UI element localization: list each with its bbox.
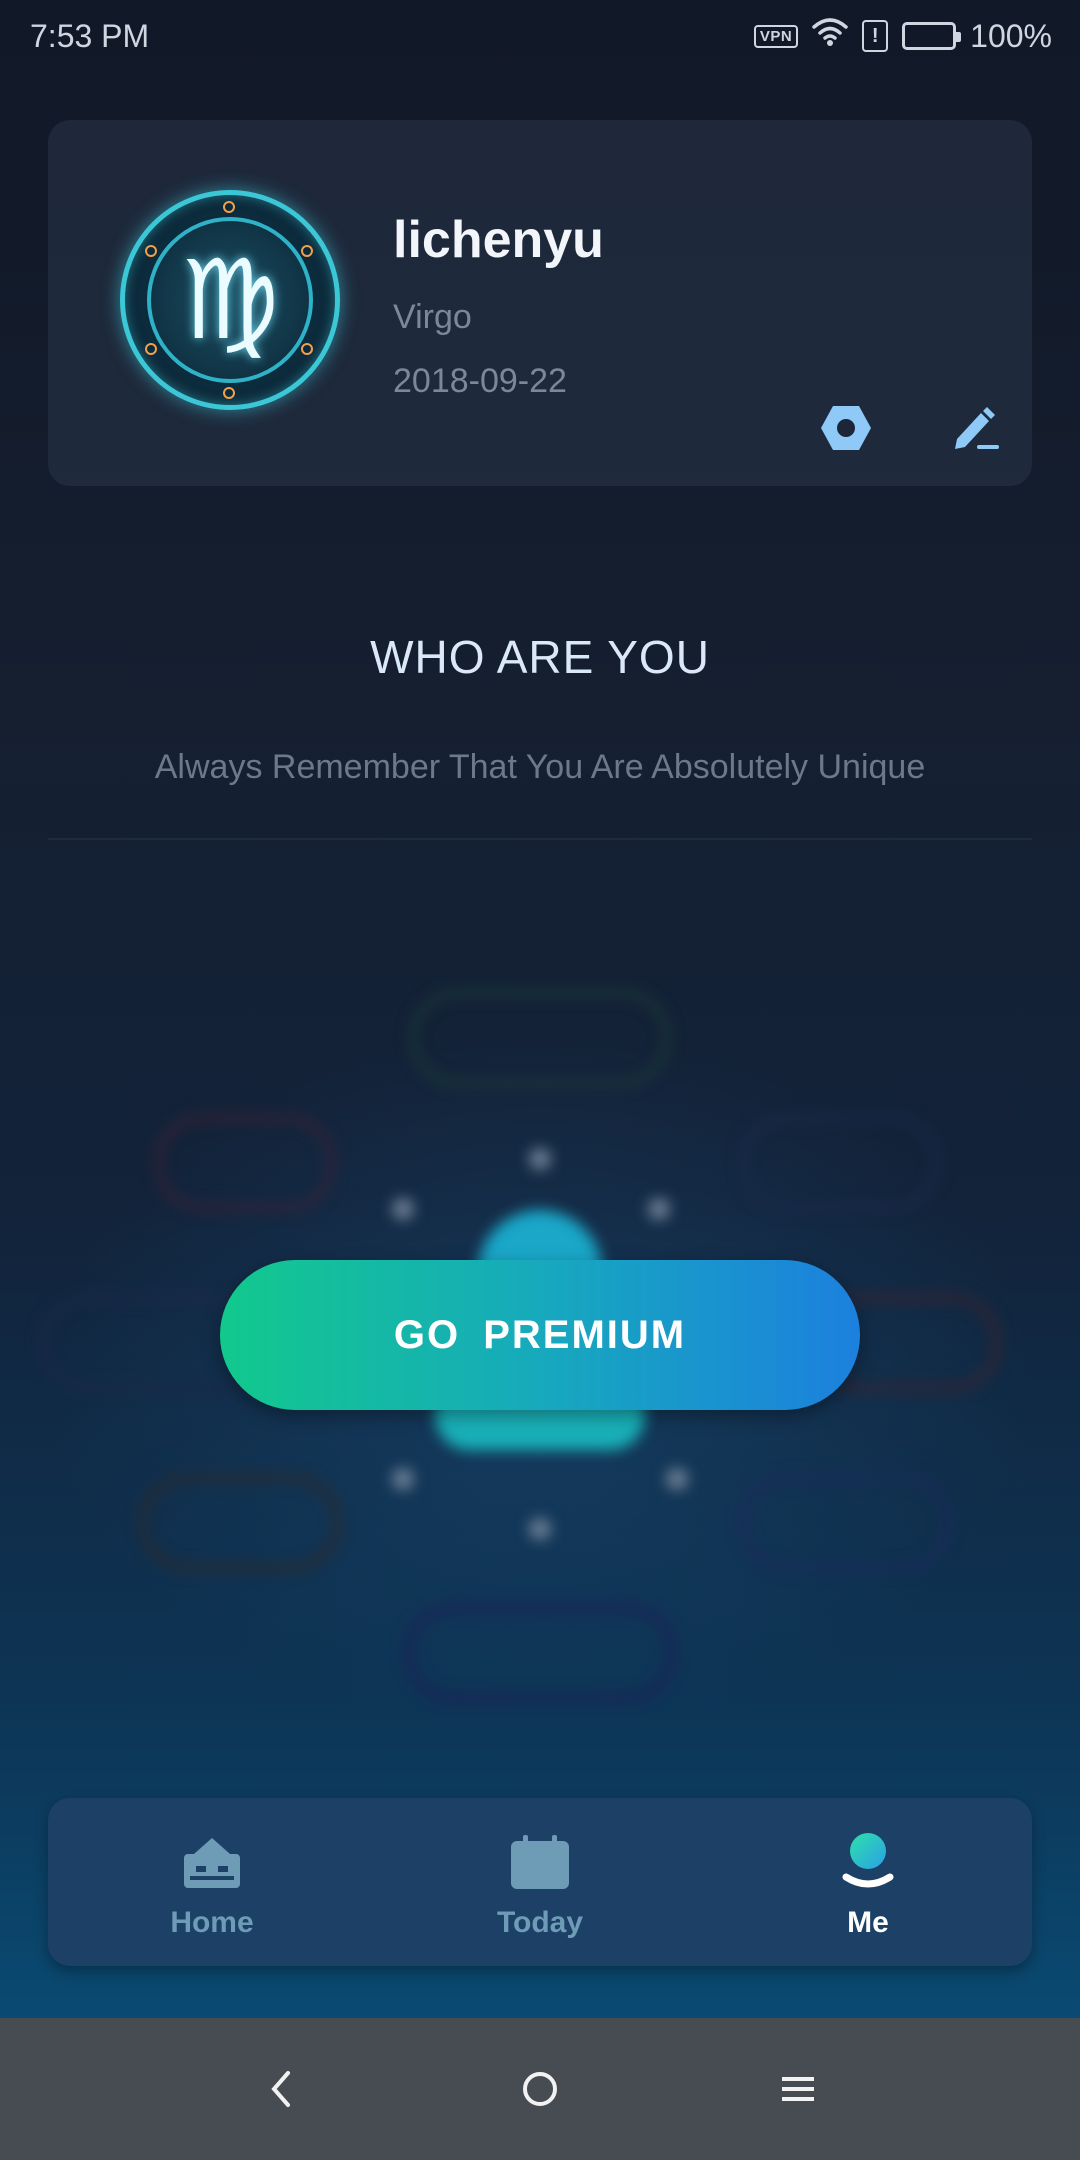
person-icon: [836, 1830, 900, 1894]
bottom-tab-bar: Home Today Me: [48, 1798, 1032, 1966]
edit-icon: [955, 407, 999, 449]
vpn-icon: VPN: [753, 24, 799, 48]
wifi-icon: [812, 17, 848, 55]
profile-card: ♍ lichenyu Virgo 2018-09-22: [48, 120, 1032, 486]
battery-percent: 100%: [970, 17, 1052, 54]
edit-profile-button[interactable]: [948, 400, 1004, 456]
tab-today-label: Today: [496, 1906, 584, 1939]
tab-me[interactable]: Me: [704, 1798, 1032, 1966]
alert-icon: !: [862, 20, 889, 52]
menu-button[interactable]: [763, 2054, 833, 2124]
home-nav-button[interactable]: [505, 2054, 575, 2124]
trait-bubble: [405, 1605, 675, 1701]
user-name: lichenyu: [393, 211, 604, 269]
trait-bubble: [140, 1475, 340, 1571]
trait-bubble: [740, 1475, 950, 1571]
home-icon: [180, 1830, 244, 1894]
divider: [48, 838, 1032, 840]
status-bar: 7:53 PM VPN ! 100%: [0, 0, 1080, 72]
tab-today[interactable]: Today: [376, 1798, 704, 1966]
status-icons: VPN ! 100%: [753, 17, 1052, 55]
zodiac-avatar[interactable]: ♍: [120, 190, 340, 410]
tab-me-label: Me: [847, 1906, 889, 1939]
tab-home[interactable]: Home: [48, 1798, 376, 1966]
trait-bubble: [155, 1115, 335, 1211]
trait-bubble: [740, 1115, 940, 1211]
status-time: 7:53 PM: [30, 17, 150, 54]
calendar-icon: [508, 1830, 572, 1894]
back-button[interactable]: [246, 2054, 316, 2124]
battery-icon: [902, 22, 962, 50]
section-subtitle: Always Remember That You Are Absolutely …: [154, 748, 926, 786]
settings-button[interactable]: [818, 400, 874, 456]
section-title: WHO ARE YOU: [370, 631, 710, 683]
zodiac-sign: Virgo: [393, 298, 472, 336]
tab-home-label: Home: [170, 1906, 254, 1939]
virgo-icon: ♍: [180, 236, 280, 364]
birth-date: 2018-09-22: [393, 362, 567, 400]
trait-bubble: [410, 990, 670, 1086]
settings-icon: [821, 406, 871, 450]
system-nav-bar: [0, 2018, 1080, 2160]
home-circle-icon: [523, 2072, 557, 2106]
menu-icon: [782, 2077, 814, 2101]
back-icon: [271, 2071, 290, 2107]
go-premium-button[interactable]: GO PREMIUM: [220, 1260, 860, 1410]
